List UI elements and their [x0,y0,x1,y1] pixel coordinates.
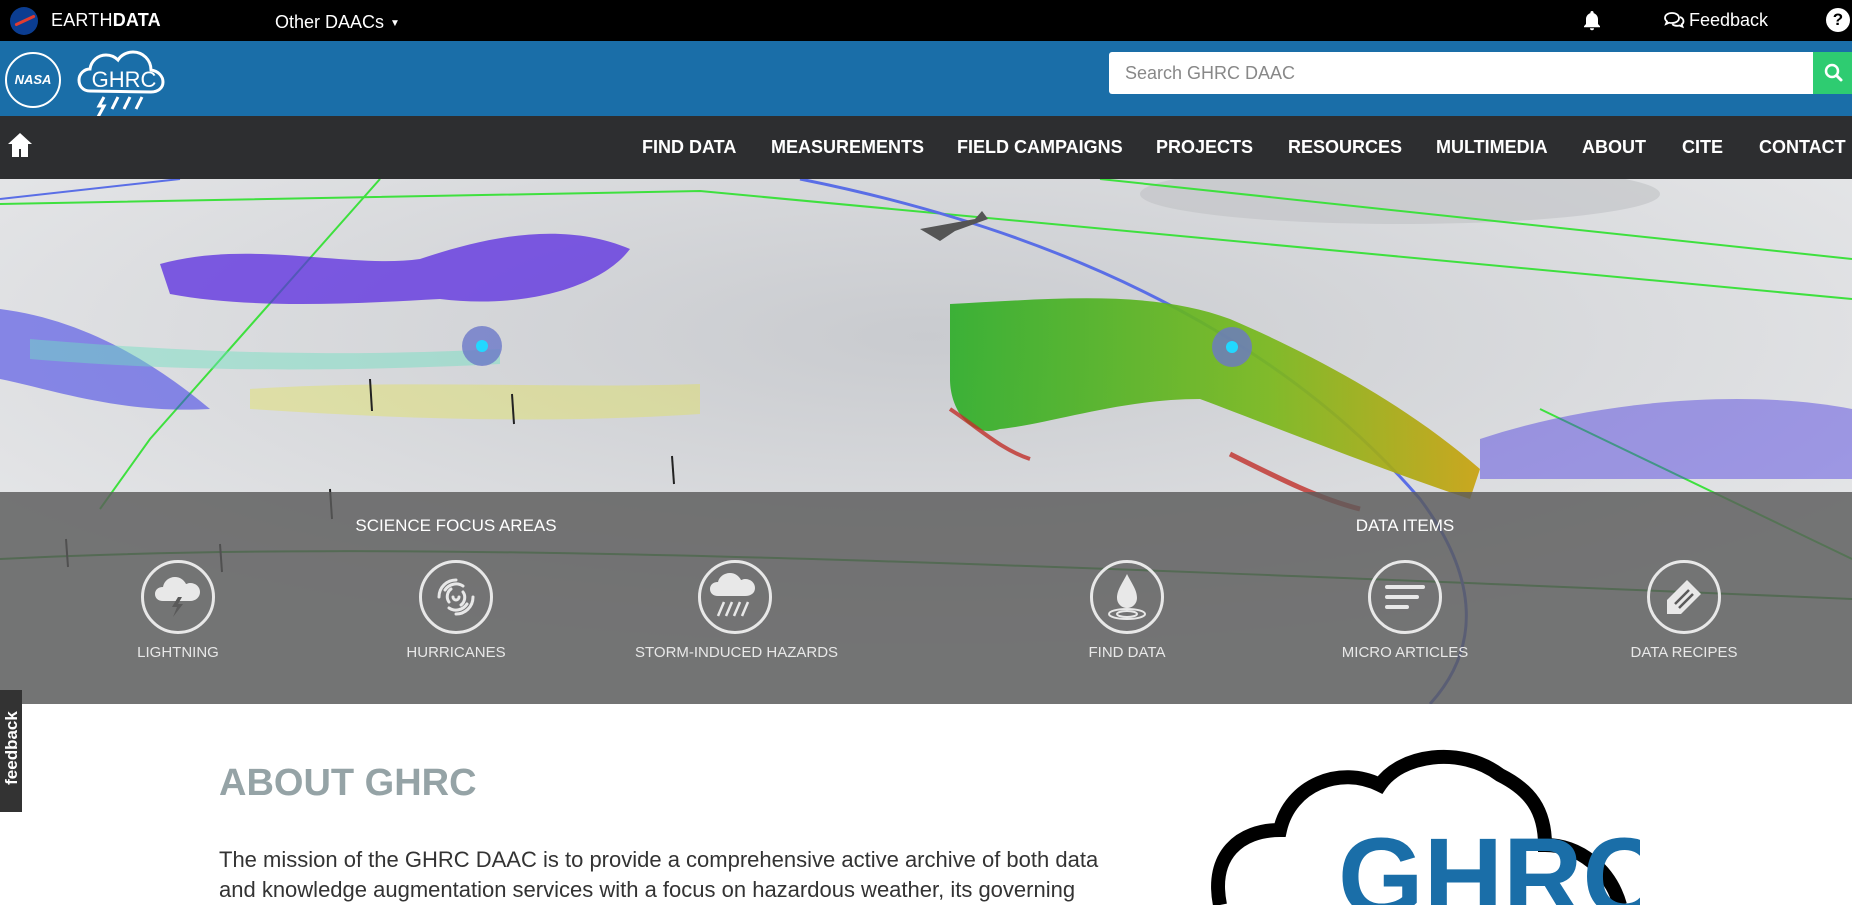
search-button[interactable] [1813,52,1852,94]
chat-bubbles-icon [1664,12,1685,29]
nav-measurements[interactable]: MEASUREMENTS [771,137,924,158]
tile-micro-articles-label: MICRO ARTICLES [1341,644,1469,661]
nav-contact[interactable]: CONTACT [1759,137,1846,158]
svg-text:GHRC: GHRC [1338,816,1640,905]
bell-icon[interactable] [1580,9,1604,33]
tile-lightning-label: LIGHTNING [137,644,219,661]
tile-storm-hazards-label: STORM-INDUCED HAZARDS [635,644,839,661]
about-text: The mission of the GHRC DAAC is to provi… [219,847,1099,902]
nav-resources[interactable]: RESOURCES [1288,137,1402,158]
tile-storm-hazards[interactable]: STORM-INDUCED HAZARDS [635,560,839,661]
about-title: ABOUT GHRC [219,762,477,804]
tile-hurricanes[interactable]: HURRICANES [356,560,556,661]
nav-cite[interactable]: CITE [1682,137,1723,158]
water-drop-icon [1108,574,1146,620]
ghrc-logo[interactable]: GHRC [74,45,174,119]
nav-about[interactable]: ABOUT [1582,137,1646,158]
tile-micro-articles[interactable]: MICRO ARTICLES [1305,560,1505,661]
tile-find-data-label: FIND DATA [1088,644,1166,661]
tile-data-recipes-label: DATA RECIPES [1630,644,1738,661]
pencil-tag-icon [1667,580,1701,614]
help-icon[interactable]: ? [1826,8,1850,32]
tile-data-recipes[interactable]: DATA RECIPES [1584,560,1784,661]
nav-projects[interactable]: PROJECTS [1156,137,1253,158]
hurricane-icon [437,578,475,616]
ghrc-large-logo: GHRC [1211,749,1640,905]
tile-lightning[interactable]: LIGHTNING [78,560,278,661]
tile-hurricanes-label: HURRICANES [406,644,506,661]
lightning-cloud-icon [155,577,200,617]
feedback-link[interactable]: Feedback [1663,10,1768,31]
caret-down-icon: ▼ [390,17,400,29]
svg-text:GHRC: GHRC [92,67,157,92]
tile-find-data[interactable]: FIND DATA [1027,560,1227,661]
nav-multimedia[interactable]: MULTIMEDIA [1436,137,1548,158]
ghrc-header: NASA GHRC [0,41,1852,119]
other-daacs-dropdown[interactable]: Other DAACs ▼ [275,12,400,33]
hero-banner: SCIENCE FOCUS AREAS DATA ITEMS LIGHTNING… [0,179,1852,704]
earthdata-brand[interactable]: EARTHDATA [51,10,161,31]
main-navigation: FIND DATA MEASUREMENTS FIELD CAMPAIGNS P… [0,116,1852,179]
side-feedback-tab[interactable]: feedback [0,690,22,812]
data-items-title: DATA ITEMS [1355,516,1455,535]
nasa-meatball-logo[interactable]: NASA [5,52,61,108]
nasa-logo-icon[interactable] [10,7,38,35]
nav-field-campaigns[interactable]: FIELD CAMPAIGNS [957,137,1123,158]
earthdata-bar: EARTHDATA Other DAACs ▼ Feedback ? [0,0,1852,41]
hero-links-overlay: SCIENCE FOCUS AREAS DATA ITEMS LIGHTNING… [0,492,1852,704]
nav-find-data[interactable]: FIND DATA [642,137,736,158]
search-input[interactable] [1109,52,1814,94]
search-icon [1824,63,1843,82]
storm-rain-icon [710,573,755,617]
article-lines-icon [1385,585,1425,609]
science-focus-title: SCIENCE FOCUS AREAS [355,516,557,535]
home-icon[interactable] [6,130,34,160]
